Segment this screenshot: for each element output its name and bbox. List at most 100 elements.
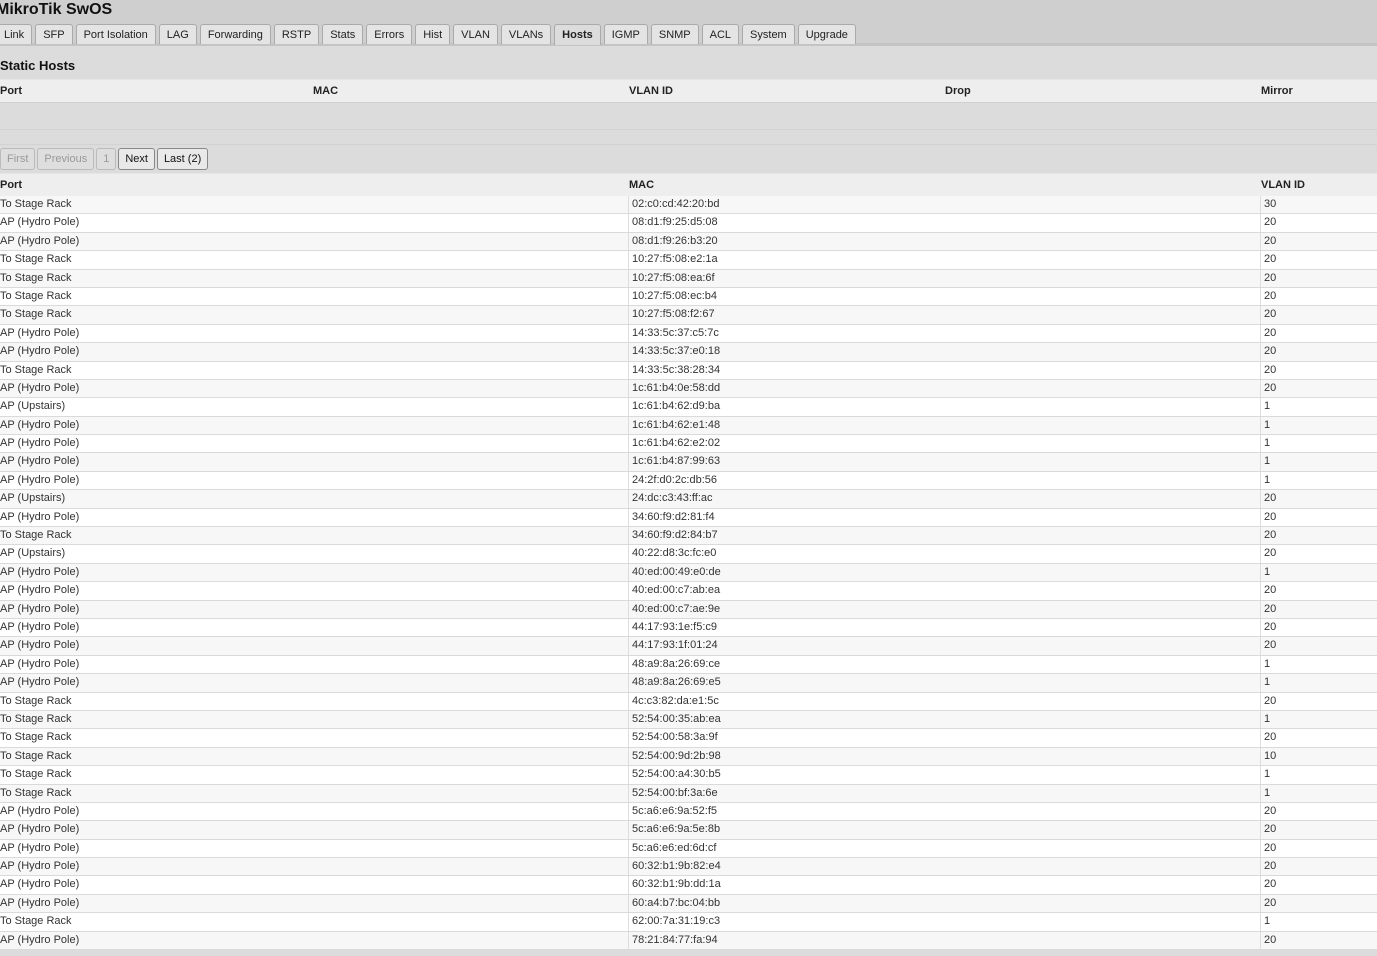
cell-port: To Stage Rack: [0, 768, 72, 781]
table-row: AP (Hydro Pole) 40:ed:00:49:e0:de 1: [0, 563, 1377, 583]
cell-mac: 10:27:f5:08:f2:67: [628, 306, 715, 324]
table-row: AP (Hydro Pole) 1c:61:b4:62:e1:48 1: [0, 416, 1377, 436]
tab-upgrade[interactable]: Upgrade: [797, 24, 856, 44]
table-row: To Stage Rack 52:54:00:a4:30:b5 1: [0, 766, 1377, 785]
cell-mac: 44:17:93:1f:01:24: [628, 637, 718, 655]
cell-vlan-id: 1: [1260, 398, 1270, 416]
tab-igmp[interactable]: IGMP: [603, 24, 648, 44]
tab-lag[interactable]: LAG: [158, 24, 197, 44]
first-button[interactable]: First: [0, 148, 36, 170]
cell-vlan-id: 20: [1260, 876, 1276, 894]
tab-port-isolation[interactable]: Port Isolation: [75, 24, 156, 44]
tab-vlan[interactable]: VLAN: [453, 24, 498, 44]
table-row: AP (Hydro Pole) 1c:61:b4:87:99:63 1: [0, 453, 1377, 472]
table-row: AP (Hydro Pole) 40:ed:00:c7:ae:9e 20: [0, 600, 1377, 619]
tab-acl[interactable]: ACL: [701, 24, 740, 44]
cell-vlan-id: 1: [1260, 784, 1270, 802]
hosts-header: Port MAC VLAN ID: [0, 173, 1377, 197]
cell-port: To Stage Rack: [0, 253, 72, 266]
cell-vlan-id: 20: [1260, 379, 1276, 398]
table-row: AP (Hydro Pole) 78:21:84:77:fa:94 20: [0, 931, 1377, 951]
cell-port: AP (Hydro Pole): [0, 823, 80, 836]
cell-port: AP (Hydro Pole): [0, 510, 80, 523]
cell-mac: 44:17:93:1e:f5:c9: [628, 618, 717, 637]
tab-stats[interactable]: Stats: [322, 24, 364, 44]
cell-mac: 02:c0:cd:42:20:bd: [628, 196, 719, 214]
table-row: AP (Hydro Pole) 60:32:b1:9b:dd:1a 20: [0, 876, 1377, 895]
tab-sfp[interactable]: SFP: [35, 24, 73, 44]
cell-vlan-id: 20: [1260, 582, 1276, 600]
tab-bar: Link SFP Port Isolation LAG Forwarding RSTP St…: [0, 24, 856, 45]
cell-mac: 60:a4:b7:bc:04:bb: [628, 894, 720, 913]
tab-forwarding[interactable]: Forwarding: [199, 24, 271, 44]
cell-port: AP (Hydro Pole): [0, 878, 80, 891]
cell-mac: 1c:61:b4:0e:58:dd: [628, 379, 720, 398]
table-row: AP (Hydro Pole) 14:33:5c:37:e0:18 20: [0, 343, 1377, 362]
cell-vlan-id: 1: [1260, 766, 1270, 784]
cell-port: AP (Hydro Pole): [0, 565, 80, 578]
cell-port: To Stage Rack: [0, 731, 72, 744]
cell-mac: 40:ed:00:49:e0:de: [628, 563, 721, 582]
previous-button[interactable]: Previous: [37, 148, 95, 170]
cell-mac: 1c:61:b4:62:e1:48: [628, 416, 720, 435]
page: MikroTik SwOS Link SFP Port Isolation LAG Fo…: [0, 0, 1377, 951]
cell-port: To Stage Rack: [0, 198, 72, 210]
cell-mac: 5c:a6:e6:9a:52:f5: [628, 802, 717, 821]
cell-mac: 52:54:00:9d:2b:98: [628, 747, 721, 766]
cell-vlan-id: 20: [1260, 600, 1276, 618]
table-row: AP (Hydro Pole) 1c:61:b4:62:e2:02 1: [0, 435, 1377, 454]
tab-hist[interactable]: Hist: [415, 24, 451, 44]
hosts-table: To Stage Rack 02:c0:cd:42:20:bd 30 AP (Hydr…: [0, 196, 1377, 951]
cell-mac: 62:00:7a:31:19:c3: [628, 913, 720, 931]
cell-port: AP (Hydro Pole): [0, 473, 80, 486]
cell-mac: 60:32:b1:9b:dd:1a: [628, 876, 721, 894]
cell-mac: 78:21:84:77:fa:94: [628, 931, 718, 950]
table-row: AP (Upstairs) 24:dc:c3:43:ff:ac 20: [0, 490, 1377, 509]
app-title: MikroTik SwOS: [0, 1, 113, 18]
cell-mac: 08:d1:f9:26:b3:20: [628, 232, 718, 251]
cell-mac: 10:27:f5:08:ec:b4: [628, 287, 717, 306]
table-row: AP (Hydro Pole) 60:32:b1:9b:82:e4 20: [0, 858, 1377, 877]
cell-vlan-id: 20: [1260, 269, 1276, 287]
cell-vlan-id: 30: [1260, 196, 1276, 214]
tab-system[interactable]: System: [742, 24, 795, 44]
cell-mac: 40:ed:00:c7:ae:9e: [628, 600, 720, 618]
cell-port: AP (Upstairs): [0, 547, 66, 560]
cell-mac: 1c:61:b4:62:d9:ba: [628, 398, 720, 416]
last-button[interactable]: Last (2): [156, 148, 209, 170]
cell-vlan-id: 1: [1260, 435, 1270, 453]
tab-snmp[interactable]: SNMP: [650, 24, 699, 44]
table-row: AP (Hydro Pole) 5c:a6:e6:ed:6d:cf 20: [0, 839, 1377, 859]
tab-rstp[interactable]: RSTP: [273, 24, 320, 44]
tab-link[interactable]: Link: [0, 24, 33, 44]
cell-vlan-id: 20: [1260, 545, 1276, 563]
cell-vlan-id: 20: [1260, 729, 1276, 747]
cell-port: To Stage Rack: [0, 915, 72, 928]
cell-mac: 10:27:f5:08:e2:1a: [628, 251, 718, 269]
table-row: To Stage Rack 4c:c3:82:da:e1:5c 20: [0, 692, 1377, 711]
cell-vlan-id: 20: [1260, 527, 1276, 545]
cell-port: To Stage Rack: [0, 786, 72, 799]
table-row: AP (Hydro Pole) 44:17:93:1f:01:24 20: [0, 637, 1377, 656]
tab-hosts[interactable]: Hosts: [554, 24, 601, 45]
cell-vlan-id: 20: [1260, 894, 1276, 913]
tab-vlans[interactable]: VLANs: [500, 24, 552, 44]
table-row: To Stage Rack 52:54:00:35:ab:ea 1: [0, 710, 1377, 730]
table-row: AP (Hydro Pole) 14:33:5c:37:c5:7c 20: [0, 324, 1377, 344]
cell-port: AP (Hydro Pole): [0, 804, 80, 817]
tab-errors[interactable]: Errors: [366, 24, 413, 44]
cell-port: AP (Hydro Pole): [0, 234, 80, 247]
cell-mac: 34:60:f9:d2:81:f4: [628, 508, 715, 527]
cell-port: AP (Hydro Pole): [0, 896, 80, 909]
static-hosts-empty-row: [0, 130, 1377, 145]
next-button[interactable]: Next: [118, 148, 155, 170]
cell-mac: 10:27:f5:08:ea:6f: [628, 269, 715, 287]
col-mirror: Mirror: [1261, 85, 1293, 97]
table-row: To Stage Rack 52:54:00:bf:3a:6e 1: [0, 784, 1377, 803]
col-mac: MAC: [629, 179, 655, 191]
table-row: AP (Hydro Pole) 1c:61:b4:0e:58:dd 20: [0, 379, 1377, 399]
cell-port: AP (Hydro Pole): [0, 676, 80, 689]
cell-port: AP (Hydro Pole): [0, 657, 80, 670]
table-row: To Stage Rack 02:c0:cd:42:20:bd 30: [0, 196, 1377, 215]
cell-port: AP (Hydro Pole): [0, 326, 80, 339]
